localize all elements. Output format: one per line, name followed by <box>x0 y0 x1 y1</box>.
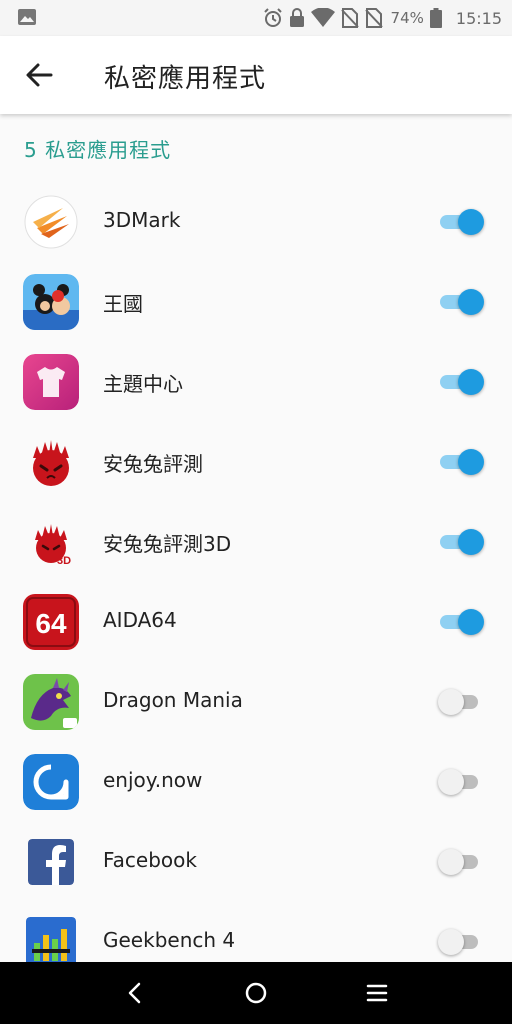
antutu-app-icon <box>23 434 79 490</box>
antutu-3d-app-icon: 3D <box>23 514 79 570</box>
list-item-facebook[interactable]: Facebook <box>0 822 512 902</box>
private-toggle[interactable] <box>438 849 482 875</box>
app-label: 3DMark <box>103 208 181 232</box>
app-label: 主題中心 <box>103 372 183 396</box>
facebook-app-icon <box>28 839 74 885</box>
app-label: 王國 <box>103 292 143 316</box>
list-item-antutu-3d[interactable]: 3D 安兔兔評測3D <box>0 502 512 582</box>
private-toggle[interactable] <box>438 209 484 235</box>
private-toggle[interactable] <box>438 769 482 795</box>
app-label: Geekbench 4 <box>103 928 236 952</box>
theme-center-app-icon <box>23 354 79 410</box>
battery-percent: 74% <box>390 9 424 27</box>
app-label: Facebook <box>103 848 197 872</box>
image-icon <box>18 9 36 25</box>
list-item-enjoy-now[interactable]: enjoy.now <box>0 742 512 822</box>
list-item-3dmark[interactable]: 3DMark <box>0 182 512 262</box>
app-label: AIDA64 <box>103 608 177 632</box>
section-header: 5 私密應用程式 <box>24 138 172 162</box>
wifi-icon <box>310 8 335 27</box>
private-toggle[interactable] <box>438 609 484 635</box>
app-label: 安兔兔評測3D <box>103 532 232 556</box>
list-item-kingdom[interactable]: 王國 <box>0 262 512 342</box>
kingdom-app-icon <box>23 274 79 330</box>
app-label: enjoy.now <box>103 768 203 792</box>
list-item-theme-center[interactable]: 主題中心 <box>0 342 512 422</box>
list-item-aida64[interactable]: 64 AIDA64 <box>0 582 512 662</box>
clock: 15:15 <box>455 8 502 28</box>
app-bar: 私密應用程式 <box>0 36 512 114</box>
nav-home-icon[interactable] <box>241 978 271 1008</box>
aida64-app-icon: 64 <box>23 594 79 650</box>
dragon-mania-app-icon <box>23 674 79 730</box>
status-bar: 74% 15:15 <box>0 0 512 36</box>
svg-text:3D: 3D <box>57 555 71 567</box>
svg-text:64: 64 <box>35 608 67 639</box>
private-toggle[interactable] <box>438 449 484 475</box>
enjoy-now-app-icon <box>23 754 79 810</box>
no-sim-icon <box>340 8 359 28</box>
alarm-icon <box>263 8 282 27</box>
lock-icon <box>289 8 304 27</box>
system-navigation-bar <box>0 962 512 1024</box>
back-arrow-icon[interactable] <box>24 60 54 90</box>
page-title: 私密應用程式 <box>104 64 267 94</box>
private-toggle[interactable] <box>438 289 484 315</box>
battery-icon <box>429 8 442 28</box>
list-item-dragon-mania[interactable]: Dragon Mania <box>0 662 512 742</box>
private-toggle[interactable] <box>438 529 484 555</box>
no-sim-icon <box>364 8 383 28</box>
app-label: 安兔兔評測 <box>103 452 203 476</box>
app-list: 3DMark 王國 主題中心 安兔兔評測 3D 安兔兔評測3D 64 AIDA6… <box>0 182 512 982</box>
app-label: Dragon Mania <box>103 688 243 712</box>
list-item-antutu[interactable]: 安兔兔評測 <box>0 422 512 502</box>
nav-back-icon[interactable] <box>120 978 150 1008</box>
private-toggle[interactable] <box>438 369 484 395</box>
geekbench-4-app-icon <box>26 917 76 967</box>
private-toggle[interactable] <box>438 689 482 715</box>
nav-recents-icon[interactable] <box>362 978 392 1008</box>
private-toggle[interactable] <box>438 929 482 955</box>
3dmark-app-icon <box>23 194 79 250</box>
